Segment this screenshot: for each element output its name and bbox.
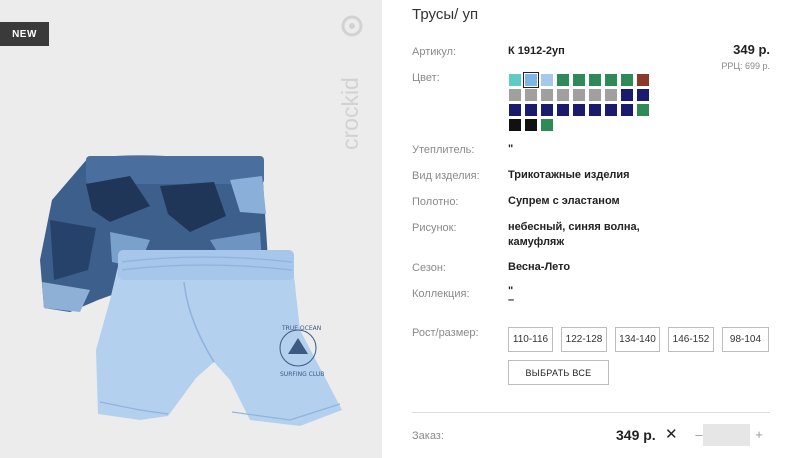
- brand-logo-text: crockid: [338, 77, 363, 150]
- pattern-value-line1: небесный, синяя волна,: [508, 221, 640, 233]
- color-label: Цвет:: [412, 72, 440, 84]
- fabric-value: Супрем с эластаном: [508, 195, 620, 207]
- color-swatch[interactable]: [541, 119, 553, 131]
- color-swatch[interactable]: [509, 104, 521, 116]
- color-swatch[interactable]: [509, 74, 521, 86]
- color-swatch[interactable]: [621, 89, 633, 101]
- order-price: 349 р.: [616, 427, 656, 443]
- new-badge: NEW: [0, 22, 49, 46]
- select-all-sizes-button[interactable]: ВЫБРАТЬ ВСЕ: [508, 360, 609, 385]
- color-swatch[interactable]: [557, 104, 569, 116]
- color-swatch[interactable]: [573, 89, 585, 101]
- color-swatch[interactable]: [605, 104, 617, 116]
- color-swatch[interactable]: [589, 74, 601, 86]
- collection-value-line2: –: [508, 294, 515, 306]
- color-swatch[interactable]: [589, 89, 601, 101]
- season-label: Сезон:: [412, 262, 446, 274]
- price: 349 р.: [733, 42, 770, 57]
- color-swatches: [509, 72, 649, 131]
- color-swatch[interactable]: [605, 74, 617, 86]
- fabric-label: Полотно:: [412, 196, 459, 208]
- color-swatch[interactable]: [589, 104, 601, 116]
- size-label: Рост/размер:: [412, 327, 479, 339]
- divider: [412, 412, 770, 413]
- order-label: Заказ:: [412, 430, 444, 442]
- color-swatch[interactable]: [637, 104, 649, 116]
- color-swatch[interactable]: [525, 89, 537, 101]
- article-label: Артикул:: [412, 46, 457, 58]
- color-swatch[interactable]: [557, 89, 569, 101]
- remove-icon[interactable]: ✕: [665, 425, 678, 443]
- type-label: Вид изделия:: [412, 170, 480, 182]
- product-title: Трусы/ уп: [412, 6, 479, 23]
- collection-label: Коллекция:: [412, 288, 470, 300]
- product-info: Трусы/ уп Артикул: К 1912-2уп 349 р. РРЦ…: [412, 0, 772, 458]
- product-image-area[interactable]: TRUE OCEAN SURFING CLUB NEW crockid: [0, 0, 382, 458]
- color-swatch[interactable]: [605, 89, 617, 101]
- color-swatch[interactable]: [525, 119, 537, 131]
- print-text-top: TRUE OCEAN: [281, 325, 321, 332]
- color-swatch[interactable]: [621, 104, 633, 116]
- insulation-value: ": [508, 143, 514, 155]
- season-value: Весна-Лето: [508, 261, 571, 273]
- size-option-110-116[interactable]: 110-116: [508, 327, 553, 352]
- print-text-bottom: SURFING CLUB: [280, 371, 324, 378]
- color-swatch[interactable]: [541, 104, 553, 116]
- color-swatch[interactable]: [637, 74, 649, 86]
- product-photo: TRUE OCEAN SURFING CLUB: [40, 155, 342, 426]
- color-swatch[interactable]: [637, 89, 649, 101]
- color-swatch[interactable]: [541, 89, 553, 101]
- size-option-122-128[interactable]: 122-128: [561, 327, 607, 352]
- type-value: Трикотажные изделия: [508, 169, 630, 181]
- size-option-146-152[interactable]: 146-152: [668, 327, 714, 352]
- color-swatch[interactable]: [523, 72, 539, 88]
- pattern-value-line2: камуфляж: [508, 236, 565, 248]
- rrp-price: РРЦ: 699 р.: [721, 61, 770, 71]
- article-value: К 1912-2уп: [508, 45, 565, 57]
- color-swatch[interactable]: [509, 89, 521, 101]
- quantity-input[interactable]: [703, 424, 750, 446]
- quantity-increase-button[interactable]: +: [752, 424, 766, 444]
- light-blue-underpants: TRUE OCEAN SURFING CLUB: [96, 250, 342, 426]
- pattern-label: Рисунок:: [412, 222, 457, 234]
- brand-logo: crockid: [338, 15, 363, 150]
- size-option-98-104[interactable]: 98-104: [722, 327, 769, 352]
- color-swatch[interactable]: [573, 104, 585, 116]
- insulation-label: Утеплитель:: [412, 144, 475, 156]
- color-swatch[interactable]: [557, 74, 569, 86]
- color-swatch[interactable]: [573, 74, 585, 86]
- color-swatch[interactable]: [621, 74, 633, 86]
- color-swatch[interactable]: [525, 104, 537, 116]
- color-swatch[interactable]: [509, 119, 521, 131]
- size-option-134-140[interactable]: 134-140: [615, 327, 660, 352]
- color-swatch[interactable]: [541, 74, 553, 86]
